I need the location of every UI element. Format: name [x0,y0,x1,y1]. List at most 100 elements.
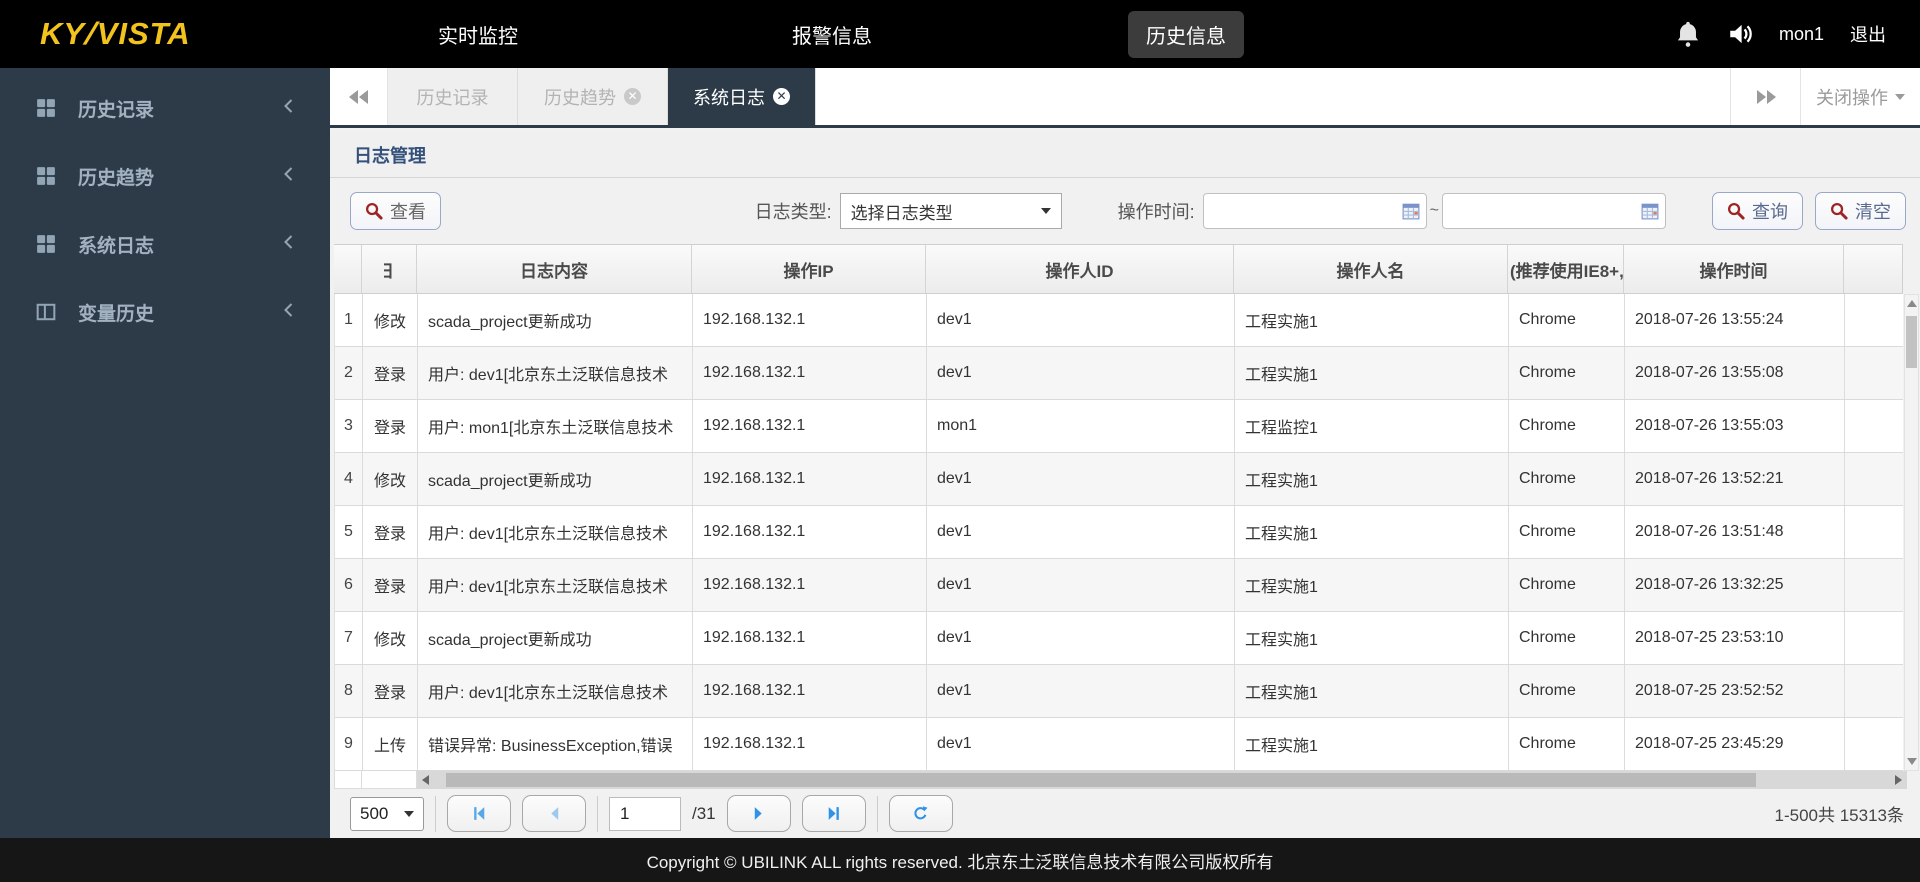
log-table: 日 日志内容 操作IP 操作人ID 操作人名 (推荐使用IE8+, 操作时间 1… [330,244,1920,771]
chevron-left-icon [283,98,294,119]
grid-icon [36,234,56,254]
nav-item-history[interactable]: 历史信息 [1128,11,1244,58]
last-page-button[interactable] [802,795,866,832]
time-to-input[interactable] [1442,193,1666,229]
app-window: KY/VISTA 实时监控 报警信息 历史信息 mon1 退出 历史记录 [0,0,1920,882]
page-number-input[interactable] [609,797,681,831]
table-row[interactable]: 1 修改 scada_project更新成功 192.168.132.1 dev… [335,294,1903,347]
table-row[interactable]: 3 登录 用户: mon1[北京东土泛联信息技术 192.168.132.1 m… [335,400,1903,453]
cell-operation-ip: 192.168.132.1 [693,559,927,611]
total-pages-label: /31 [692,804,716,824]
cell-filler [1845,453,1903,505]
close-icon[interactable]: ✕ [773,88,790,105]
close-operations-dropdown[interactable]: 关闭操作 [1800,68,1920,125]
close-icon[interactable]: ✕ [624,88,641,105]
cell-browser: Chrome [1509,453,1625,505]
table-row[interactable]: 7 修改 scada_project更新成功 192.168.132.1 dev… [335,612,1903,665]
refresh-button[interactable] [889,795,953,832]
frozen-columns-stub [334,771,417,789]
table-row[interactable]: 2 登录 用户: dev1[北京东土泛联信息技术 192.168.132.1 d… [335,347,1903,400]
cell-operation-ip: 192.168.132.1 [693,294,927,346]
first-page-button[interactable] [447,795,511,832]
next-page-button[interactable] [727,795,791,832]
bell-icon[interactable] [1675,20,1701,48]
col-header-operation-time[interactable]: 操作时间 [1624,245,1844,293]
sidebar-item-system-logs[interactable]: 系统日志 [0,222,330,266]
tab-history-trends[interactable]: 历史趋势 ✕ [518,68,668,125]
range-tilde: ~ [1430,202,1439,220]
prev-page-icon [546,805,563,822]
cell-operation-ip: 192.168.132.1 [693,718,927,770]
cell-operation-time: 2018-07-26 13:55:24 [1625,294,1845,346]
cell-filler [1845,718,1903,770]
scroll-left-icon[interactable] [422,775,429,785]
logout-button[interactable]: 退出 [1850,21,1886,47]
nav-item-realtime[interactable]: 实时监控 [420,11,536,58]
col-header-log-content[interactable]: 日志内容 [417,245,692,293]
col-header-browser[interactable]: (推荐使用IE8+, [1508,245,1624,293]
divider [597,796,598,832]
horizontal-scroll-track[interactable] [417,771,1907,789]
log-type-select[interactable]: 选择日志类型 [840,193,1062,229]
tabs-scroll-right-button[interactable] [1730,68,1800,125]
cell-rownum: 8 [335,665,363,717]
col-header-operation-ip[interactable]: 操作IP [692,245,926,293]
cell-operator-id: dev1 [927,612,1235,664]
col-header-log-type[interactable]: 日 [362,245,417,293]
cell-browser: Chrome [1509,347,1625,399]
tab-label: 历史趋势 [544,84,616,110]
view-button[interactable]: 查看 [350,192,441,230]
sidebar-item-variable-history[interactable]: 变量历史 [0,290,330,334]
tab-history-records[interactable]: 历史记录 [388,68,518,125]
col-header-operator-name[interactable]: 操作人名 [1234,245,1508,293]
sidebar: 历史记录 历史趋势 系统日志 变量历史 [0,68,330,838]
cell-rownum: 6 [335,559,363,611]
nav-item-alarms[interactable]: 报警信息 [774,11,890,58]
divider [877,796,878,832]
table-row[interactable]: 9 上传 错误异常: BusinessException,错误 192.168.… [335,718,1903,771]
sidebar-item-history-records[interactable]: 历史记录 [0,86,330,130]
chevron-left-icon [283,166,294,187]
cell-log-type: 登录 [363,665,418,717]
prev-page-button[interactable] [522,795,586,832]
col-header-rownum[interactable] [334,245,362,293]
cell-filler [1845,347,1903,399]
tab-label: 历史记录 [417,84,489,110]
scroll-right-icon[interactable] [1895,775,1902,785]
cell-operation-ip: 192.168.132.1 [693,347,927,399]
cell-operation-time: 2018-07-26 13:52:21 [1625,453,1845,505]
speaker-icon[interactable] [1727,21,1753,47]
query-button[interactable]: 查询 [1712,192,1803,230]
cell-rownum: 1 [335,294,363,346]
cell-log-content: 错误异常: BusinessException,错误 [418,718,693,770]
col-header-operator-id[interactable]: 操作人ID [926,245,1234,293]
cell-log-type: 修改 [363,453,418,505]
cell-operation-time: 2018-07-26 13:51:48 [1625,506,1845,558]
table-row[interactable]: 8 登录 用户: dev1[北京东土泛联信息技术 192.168.132.1 d… [335,665,1903,718]
horizontal-scrollbar[interactable] [334,771,1907,789]
chevron-left-icon [283,234,294,255]
page-size-select[interactable]: 500 [350,797,424,831]
tab-system-logs[interactable]: 系统日志 ✕ [668,68,816,125]
tabs-scroll-left-button[interactable] [330,68,388,125]
table-row[interactable]: 4 修改 scada_project更新成功 192.168.132.1 dev… [335,453,1903,506]
time-from-input[interactable] [1203,193,1427,229]
sidebar-item-history-trends[interactable]: 历史趋势 [0,154,330,198]
clear-button-label: 清空 [1855,198,1891,224]
clear-button[interactable]: 清空 [1815,192,1906,230]
vertical-scroll-thumb[interactable] [1906,316,1917,368]
footer: Copyright © UBILINK ALL rights reserved.… [0,838,1920,882]
cell-log-content: 用户: dev1[北京东土泛联信息技术 [418,559,693,611]
horizontal-scroll-thumb[interactable] [446,773,1756,787]
scroll-down-icon[interactable] [1907,758,1917,765]
cell-rownum: 9 [335,718,363,770]
cell-filler [1845,400,1903,452]
cell-operation-ip: 192.168.132.1 [693,665,927,717]
table-row[interactable]: 6 登录 用户: dev1[北京东土泛联信息技术 192.168.132.1 d… [335,559,1903,612]
cell-operation-time: 2018-07-26 13:32:25 [1625,559,1845,611]
table-row[interactable]: 5 登录 用户: dev1[北京东土泛联信息技术 192.168.132.1 d… [335,506,1903,559]
table-header-row: 日 日志内容 操作IP 操作人ID 操作人名 (推荐使用IE8+, 操作时间 [334,244,1903,294]
operation-time-label: 操作时间: [1118,198,1195,224]
vertical-scrollbar[interactable] [1903,244,1920,771]
scroll-up-icon[interactable] [1907,300,1917,307]
